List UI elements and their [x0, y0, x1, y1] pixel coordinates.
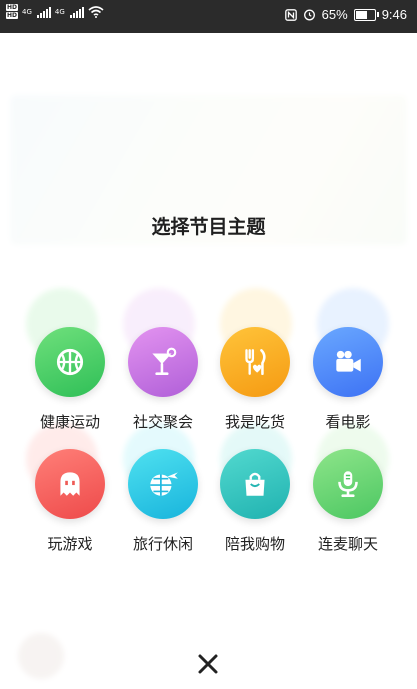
status-right: 65% 9:46 [284, 7, 407, 22]
alarm-icon [303, 9, 315, 21]
network-type-1: 4G [22, 7, 32, 16]
signal-icon [69, 6, 84, 18]
status-left: HD HD 4G 4G [6, 4, 104, 19]
theme-label: 陪我购物 [224, 535, 285, 553]
theme-label: 玩游戏 [47, 535, 93, 553]
theme-circle[interactable] [35, 327, 105, 397]
theme-option[interactable]: 健康运动 [25, 327, 115, 432]
video-camera-icon [336, 350, 361, 372]
ghost-icon [60, 472, 80, 496]
sim-indicator: HD HD [6, 4, 19, 19]
battery-percent: 65% [321, 7, 348, 22]
theme-option[interactable]: 玩游戏 [25, 449, 115, 554]
wifi-icon [88, 5, 104, 18]
microphone-icon [338, 471, 358, 497]
nfc-icon [284, 8, 297, 21]
basketball-icon [56, 348, 84, 376]
theme-option[interactable]: 看电影 [303, 327, 393, 432]
theme-circle[interactable] [128, 327, 198, 397]
shopping-bag-icon [245, 472, 265, 496]
battery-icon [353, 8, 379, 21]
close-icon[interactable] [196, 652, 220, 676]
theme-label: 健康运动 [39, 413, 100, 431]
theme-option[interactable]: 连麦聊天 [303, 449, 393, 554]
network-type-2: 4G [54, 7, 65, 16]
cocktail-icon [152, 347, 177, 375]
theme-option[interactable]: 陪我购物 [210, 449, 300, 554]
theme-option[interactable]: 旅行休闲 [118, 449, 208, 554]
theme-circle[interactable] [313, 327, 383, 397]
theme-option[interactable]: 社交聚会 [118, 327, 208, 432]
globe-plane-icon [150, 472, 178, 496]
sim2-badge: HD [6, 12, 19, 19]
theme-label: 我是吃货 [224, 413, 285, 431]
theme-label: 连麦聊天 [317, 535, 378, 553]
theme-circle[interactable] [313, 449, 383, 519]
sim1-badge: HD [6, 4, 19, 11]
clock: 9:46 [381, 7, 407, 22]
theme-circle[interactable] [35, 449, 105, 519]
theme-circle[interactable] [128, 449, 198, 519]
utensils-icon [245, 349, 266, 375]
theme-label: 旅行休闲 [132, 535, 193, 553]
theme-circle[interactable] [220, 327, 290, 397]
status-bar: HD HD 4G 4G 65% 9:46 [0, 0, 417, 33]
modal-title: 选择节目主题 [151, 216, 266, 238]
theme-circle[interactable] [220, 449, 290, 519]
theme-label: 看电影 [325, 413, 371, 431]
signal-icon [36, 6, 51, 18]
theme-label: 社交聚会 [132, 413, 193, 431]
theme-option[interactable]: 我是吃货 [210, 327, 300, 432]
